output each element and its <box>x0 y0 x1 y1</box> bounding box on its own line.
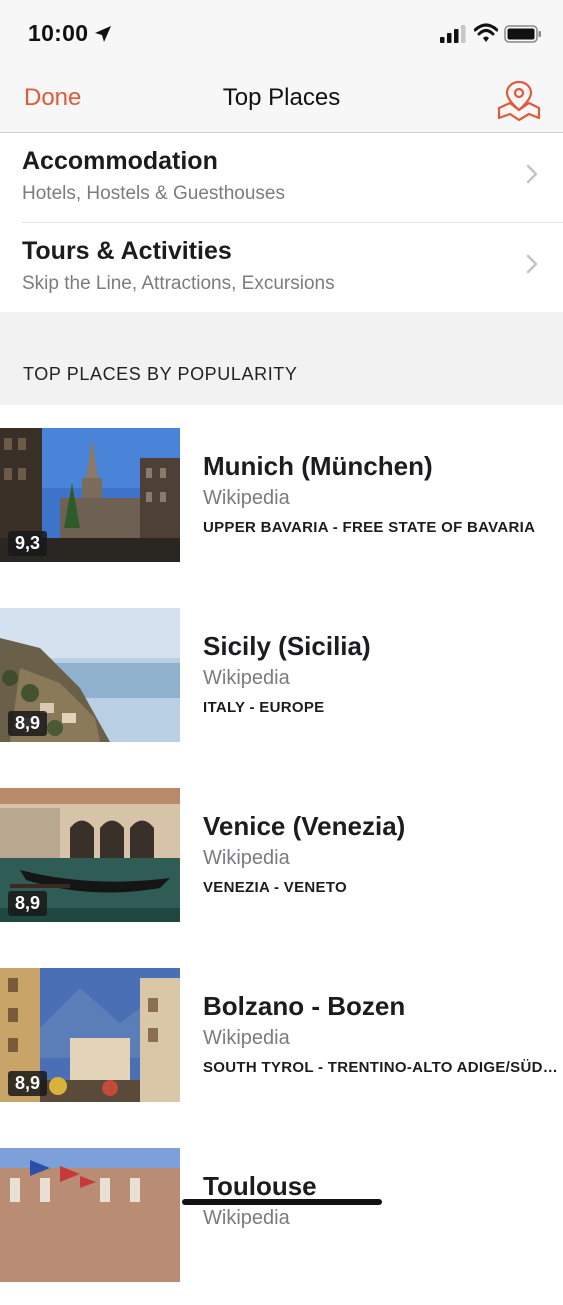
list-item[interactable]: 8,9 Venice (Venezia) Wikipedia VENEZIA -… <box>0 765 563 946</box>
navigation-bar: Done Top Places <box>0 70 563 133</box>
battery-icon <box>504 25 541 43</box>
place-source: Wikipedia <box>203 487 290 509</box>
rating-badge: 8,9 <box>8 711 48 736</box>
section-header: TOP PLACES BY POPULARITY <box>0 312 563 405</box>
place-name: Sicily (Sicilia) <box>203 631 371 661</box>
place-photo <box>0 1148 180 1282</box>
place-photo: 8,9 <box>0 608 180 742</box>
place-region: SOUTH TYROL - TRENTINO-ALTO ADIGE/SÜDT..… <box>203 1059 559 1076</box>
menu-item-subtitle: Hotels, Hostels & Guesthouses <box>22 183 285 204</box>
cellular-signal-icon <box>440 25 466 43</box>
section-header-label: TOP PLACES BY POPULARITY <box>23 364 298 384</box>
place-region: UPPER BAVARIA - FREE STATE OF BAVARIA <box>203 519 536 536</box>
place-photo: 8,9 <box>0 968 180 1102</box>
chevron-right-icon <box>526 164 538 184</box>
place-source: Wikipedia <box>203 667 290 689</box>
home-indicator[interactable] <box>182 1199 382 1205</box>
place-source: Wikipedia <box>203 847 290 869</box>
place-photo: 9,3 <box>0 428 180 562</box>
menu-item-title: Accommodation <box>22 147 218 175</box>
chevron-right-icon <box>526 254 538 274</box>
list-item[interactable]: 8,9 Bolzano - Bozen Wikipedia SOUTH TYRO… <box>0 945 563 1126</box>
list-item[interactable]: 9,3 Munich (München) Wikipedia UPPER BAV… <box>0 405 563 586</box>
menu-item-title: Tours & Activities <box>22 237 232 265</box>
location-arrow-icon <box>95 26 111 42</box>
menu-item-subtitle: Skip the Line, Attractions, Excursions <box>22 273 335 294</box>
status-bar: 10:00 <box>0 0 563 70</box>
place-name: Toulouse <box>203 1171 317 1201</box>
toulouse-photo-image <box>0 1148 180 1282</box>
list-item[interactable]: Toulouse Wikipedia <box>0 1125 563 1305</box>
list-item[interactable]: 8,9 Sicily (Sicilia) Wikipedia ITALY - E… <box>0 585 563 766</box>
menu-item-tours-activities[interactable]: Tours & Activities Skip the Line, Attrac… <box>0 223 563 313</box>
place-source: Wikipedia <box>203 1027 290 1049</box>
status-time: 10:00 <box>28 20 89 46</box>
place-name: Venice (Venezia) <box>203 811 406 841</box>
done-button[interactable]: Done <box>24 84 81 112</box>
map-pin-icon[interactable] <box>496 78 542 122</box>
rating-badge: 8,9 <box>8 891 48 916</box>
place-name: Munich (München) <box>203 451 433 481</box>
rating-badge: 9,3 <box>8 531 48 556</box>
place-region: VENEZIA - VENETO <box>203 879 347 896</box>
place-name: Bolzano - Bozen <box>203 991 406 1021</box>
rating-badge: 8,9 <box>8 1071 48 1096</box>
place-region: ITALY - EUROPE <box>203 699 325 716</box>
wifi-icon <box>474 23 498 42</box>
page-title: Top Places <box>222 84 341 111</box>
place-photo: 8,9 <box>0 788 180 922</box>
menu-item-accommodation[interactable]: Accommodation Hotels, Hostels & Guesthou… <box>0 133 563 223</box>
place-source: Wikipedia <box>203 1207 290 1229</box>
